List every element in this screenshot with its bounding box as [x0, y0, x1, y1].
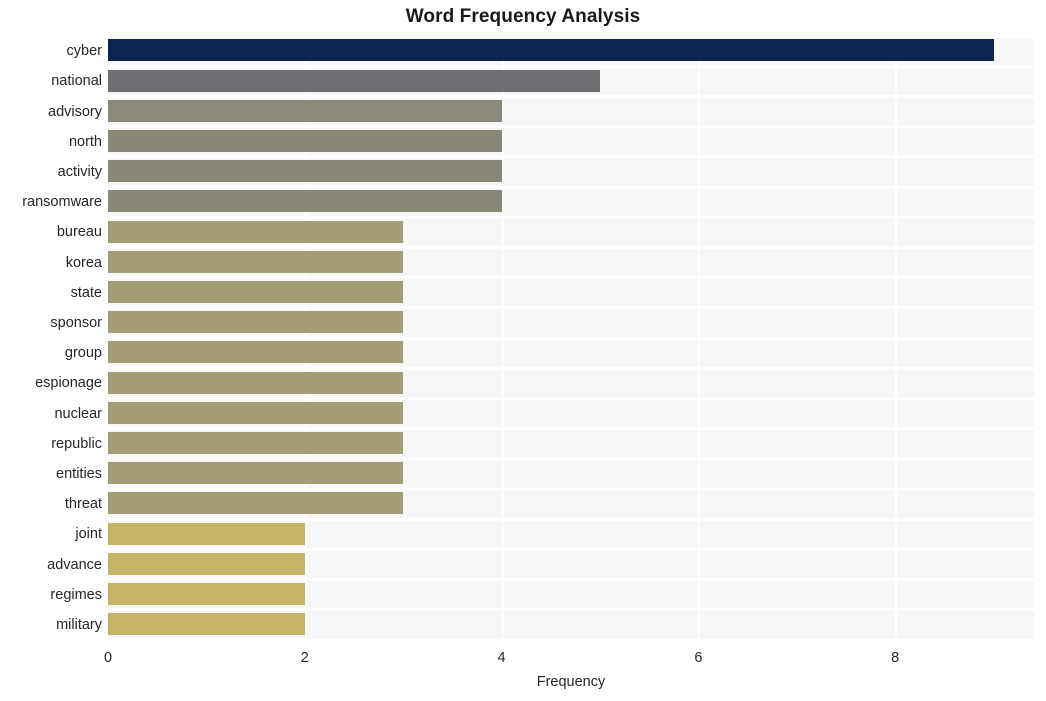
- y-axis-label-sponsor: sponsor: [50, 314, 102, 331]
- y-axis-label-advisory: advisory: [48, 103, 102, 120]
- x-axis-tick-labels: 0 2 4 6 8: [0, 650, 1046, 672]
- y-axis-label-regimes: regimes: [50, 586, 102, 603]
- y-axis-label-activity: activity: [57, 163, 102, 180]
- bar-bureau[interactable]: [108, 220, 404, 243]
- y-axis-labels: cyber national advisory north activity ransom…: [0, 36, 102, 640]
- bar-entities[interactable]: [108, 462, 404, 485]
- bar-group[interactable]: [108, 341, 404, 364]
- bar-regimes[interactable]: [108, 582, 305, 605]
- x-axis-title: Frequency: [536, 674, 606, 690]
- y-axis-label-threat: threat: [64, 496, 102, 513]
- bar-espionage[interactable]: [108, 371, 404, 394]
- y-axis-label-ransomware: ransomware: [22, 194, 102, 211]
- bar-joint[interactable]: [108, 522, 305, 545]
- x-axis-tick-8: 8: [891, 650, 900, 666]
- y-axis-label-korea: korea: [65, 254, 102, 271]
- y-axis-label-national: national: [51, 73, 102, 90]
- x-axis-tick-6: 6: [694, 650, 703, 666]
- x-axis-tick-2: 2: [300, 650, 309, 666]
- y-axis-label-espionage: espionage: [35, 375, 102, 392]
- bar-sponsor[interactable]: [108, 311, 404, 334]
- page-title: Word Frequency Analysis: [405, 6, 641, 27]
- bar-advance[interactable]: [108, 552, 305, 575]
- bar-activity[interactable]: [108, 160, 502, 183]
- y-axis-label-entities: entities: [56, 465, 102, 482]
- bar-ransomware[interactable]: [108, 190, 502, 213]
- bar-state[interactable]: [108, 280, 404, 303]
- bar-republic[interactable]: [108, 431, 404, 454]
- bar-north[interactable]: [108, 129, 502, 152]
- bar-nuclear[interactable]: [108, 401, 404, 424]
- y-axis-label-group: group: [64, 345, 102, 362]
- bar-national[interactable]: [108, 69, 600, 92]
- bar-military[interactable]: [108, 613, 305, 636]
- y-axis-label-north: north: [68, 133, 102, 150]
- y-axis-label-nuclear: nuclear: [54, 405, 102, 422]
- y-axis-label-cyber: cyber: [66, 43, 102, 60]
- y-axis-label-joint: joint: [75, 526, 102, 543]
- x-axis-tick-4: 4: [497, 650, 506, 666]
- y-axis-label-bureau: bureau: [56, 224, 102, 241]
- y-axis-label-state: state: [70, 284, 102, 301]
- bar-korea[interactable]: [108, 250, 404, 273]
- word-frequency-chart: Word Frequency Analysis cyber national adv…: [0, 0, 1046, 701]
- y-axis-label-military: military: [56, 616, 102, 633]
- y-axis-label-advance: advance: [47, 556, 102, 573]
- plot-area: [108, 34, 1034, 642]
- y-axis-label-republic: republic: [51, 435, 102, 452]
- x-axis-tick-0: 0: [103, 650, 113, 666]
- bar-cyber[interactable]: [108, 39, 994, 62]
- bar-threat[interactable]: [108, 492, 404, 515]
- bar-series: [108, 36, 1034, 640]
- bar-advisory[interactable]: [108, 99, 502, 122]
